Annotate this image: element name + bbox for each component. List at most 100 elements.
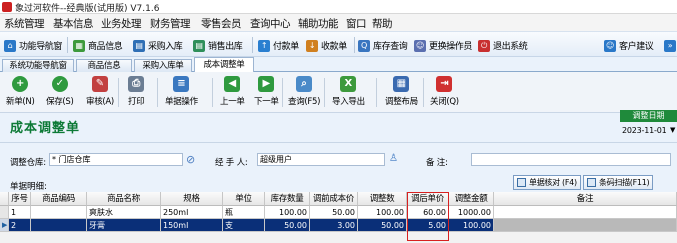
import-export-button[interactable]: X 导入导出: [332, 76, 365, 110]
menu-finance[interactable]: 财务管理: [150, 16, 191, 31]
user-icon[interactable]: ♙: [389, 153, 398, 164]
query-button[interactable]: ⌕ 查询(F5): [288, 76, 320, 110]
table-cell[interactable]: 支: [223, 219, 265, 232]
column-header[interactable]: 商品名称: [87, 192, 161, 206]
close-button[interactable]: ⇥ 关闭(Q): [430, 76, 459, 110]
print-button[interactable]: ⎙ 打印: [128, 76, 145, 110]
adjust-date-value[interactable]: 2023-11-01: [622, 126, 667, 135]
table-cell[interactable]: 50.00: [310, 206, 358, 219]
table-cell[interactable]: 100.00: [358, 206, 407, 219]
detail-label: 单据明细:: [10, 182, 47, 192]
divider: [67, 37, 68, 53]
column-header[interactable]: 单位: [223, 192, 265, 206]
table-cell[interactable]: 100.00: [265, 206, 310, 219]
prev-button[interactable]: ◀ 上一单: [220, 76, 245, 110]
row-indicator[interactable]: [0, 206, 9, 219]
column-header[interactable]: 调整金额: [449, 192, 494, 206]
next-button[interactable]: ▶ 下一单: [254, 76, 279, 110]
detail-grid: 序号 商品编码 商品名称 规格 单位 库存数量 调前成本价 调整数 调后单价 调…: [0, 192, 677, 243]
quick-payment[interactable]: ↑ 付款单: [258, 38, 299, 53]
menu-system[interactable]: 系统管理: [4, 16, 45, 31]
tab-cost-adjustment[interactable]: 成本调整单: [194, 57, 254, 73]
quick-product-info[interactable]: ▦ 商品信息: [73, 38, 123, 53]
quick-sales[interactable]: ▤ 销售出库: [193, 38, 243, 53]
column-header[interactable]: 规格: [161, 192, 223, 206]
close-icon: ⇥: [436, 76, 453, 92]
column-header[interactable]: 库存数量: [265, 192, 310, 206]
check-document-button[interactable]: 单据核对 (F4): [513, 175, 581, 190]
table-cell[interactable]: 100.00: [449, 219, 494, 232]
prev-icon: ◀: [224, 76, 241, 92]
document-op-button[interactable]: ≡ 单据操作: [165, 76, 198, 110]
document-op-icon: ≡: [173, 76, 190, 92]
quick-switch-operator[interactable]: ☺ 更换操作员: [414, 38, 472, 53]
adjusted-price-highlight: [407, 192, 449, 241]
table-cell[interactable]: 2: [9, 219, 31, 232]
menu-query-center[interactable]: 查询中心: [250, 16, 291, 31]
column-header[interactable]: 序号: [9, 192, 31, 206]
barcode-icon: [587, 178, 596, 187]
table-cell[interactable]: 牙膏: [87, 219, 161, 232]
table-cell[interactable]: 150ml: [161, 219, 223, 232]
payment-icon: ↑: [258, 39, 270, 52]
receipt-icon: ↓: [306, 39, 318, 52]
switch-user-icon: ☺: [414, 39, 426, 52]
menu-window[interactable]: 窗口: [346, 16, 367, 31]
row-indicator-header: [0, 192, 9, 206]
table-cell[interactable]: 瓶: [223, 206, 265, 219]
menu-business[interactable]: 业务处理: [101, 16, 142, 31]
document-tabs: 系统功能导航窗 商品信息 采购入库单 成本调整单: [0, 57, 677, 73]
handler-field[interactable]: 超级用户: [257, 153, 385, 166]
tab-product-info[interactable]: 商品信息: [76, 59, 132, 72]
stock-query-icon: Q: [358, 39, 370, 52]
search-icon[interactable]: ⊘: [186, 153, 195, 166]
table-cell[interactable]: 1000.00: [449, 206, 494, 219]
table-cell[interactable]: 50.00: [358, 219, 407, 232]
tab-nav-window[interactable]: 系统功能导航窗: [2, 59, 74, 72]
barcode-scan-button[interactable]: 条码扫描(F11): [583, 175, 654, 190]
column-header[interactable]: 调整数: [358, 192, 407, 206]
menu-basic-info[interactable]: 基本信息: [53, 16, 94, 31]
new-button[interactable]: + 新单(N): [6, 76, 35, 110]
quick-stock-query[interactable]: Q 库存查询: [358, 38, 408, 53]
audit-button[interactable]: ✎ 审核(A): [86, 76, 114, 110]
warehouse-field[interactable]: * 门店仓库: [49, 153, 183, 166]
save-button[interactable]: ✓ 保存(S): [46, 76, 74, 110]
divider: [212, 78, 213, 107]
next-icon: ▶: [258, 76, 275, 92]
quick-receipt[interactable]: ↓ 收款单: [306, 38, 347, 53]
chevron-down-icon[interactable]: ▼: [670, 126, 675, 134]
menu-retail-member[interactable]: 零售会员: [201, 16, 242, 31]
menu-help[interactable]: 帮助: [372, 16, 393, 31]
quick-nav-window[interactable]: ⌂ 功能导航窗: [4, 38, 62, 53]
menu-bar: 系统管理 基本信息 业务处理 财务管理 零售会员 查询中心 辅助功能 窗口 帮助: [0, 14, 677, 31]
quick-purchase[interactable]: ▤ 采购入库: [133, 38, 183, 53]
quick-exit[interactable]: ⏻ 退出系统: [478, 38, 528, 53]
table-cell[interactable]: 250ml: [161, 206, 223, 219]
divider: [118, 78, 119, 107]
check-icon: [517, 178, 526, 187]
table-cell[interactable]: 1: [9, 206, 31, 219]
quick-customer-advice[interactable]: ☺ 客户建议: [604, 38, 654, 53]
table-cell[interactable]: [31, 206, 87, 219]
table-cell[interactable]: [31, 219, 87, 232]
table-cell[interactable]: 50.00: [265, 219, 310, 232]
layout-button[interactable]: ▦ 调整布局: [385, 76, 418, 110]
quick-more[interactable]: »: [664, 38, 677, 53]
tab-purchase-order[interactable]: 采购入库单: [134, 59, 192, 72]
import-export-icon: X: [340, 76, 357, 92]
column-header[interactable]: 调前成本价: [310, 192, 358, 206]
table-cell[interactable]: 爽肤水: [87, 206, 161, 219]
table-cell[interactable]: [494, 206, 677, 219]
row-selected-indicator[interactable]: ▶: [0, 219, 9, 232]
menu-auxiliary[interactable]: 辅助功能: [298, 16, 339, 31]
table-cell[interactable]: [494, 219, 677, 232]
column-header[interactable]: 备注: [494, 192, 677, 206]
divider: [376, 78, 377, 107]
column-header[interactable]: 商品编码: [31, 192, 87, 206]
remark-field[interactable]: [471, 153, 671, 166]
table-cell[interactable]: 3.00: [310, 219, 358, 232]
quick-toolbar: ⌂ 功能导航窗 ▦ 商品信息 ▤ 采购入库 ▤ 销售出库 ↑ 付款单 ↓ 收款单…: [0, 31, 677, 57]
window-title: 象过河软件--经典版(试用版) V7.1.6: [15, 4, 160, 14]
product-icon: ▦: [73, 39, 85, 52]
